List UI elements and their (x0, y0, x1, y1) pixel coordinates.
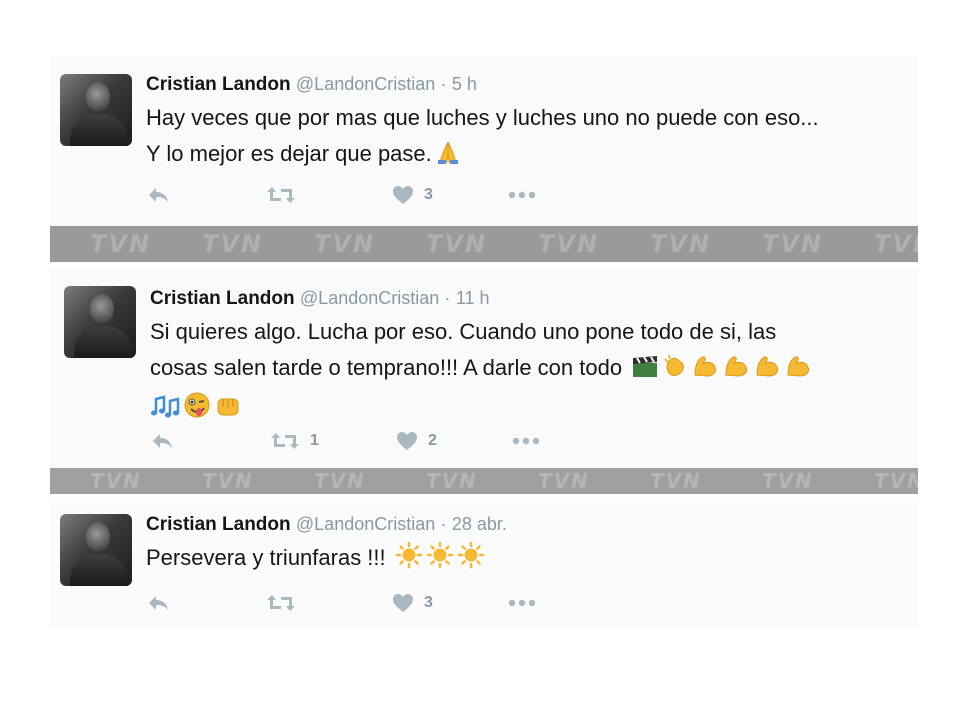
retweet-count: 1 (310, 432, 319, 449)
tweet-header: Cristian Landon @LandonCristian · 11 h (150, 288, 490, 310)
watermark-text: TVN (538, 230, 600, 258)
author-handle[interactable]: @LandonCristian (296, 74, 435, 94)
watermark-text: TVN (874, 230, 918, 258)
flexed-biceps-emoji (691, 353, 719, 390)
separator-dot: · (440, 74, 447, 94)
reply-icon (153, 434, 172, 448)
tweet-text-line: cosas salen tarde o temprano!!! A darle … (150, 355, 623, 380)
like-count: 3 (424, 186, 433, 203)
flexed-biceps-emoji (753, 353, 781, 390)
reply-icon (149, 596, 168, 610)
reply-button[interactable] (146, 180, 170, 210)
like-button[interactable]: 3 (392, 180, 433, 210)
retweet-button[interactable]: 1 (270, 426, 319, 456)
watermark-text: TVN (90, 469, 142, 493)
watermark-text: TVN (650, 230, 712, 258)
tweet-timestamp[interactable]: 11 h (456, 288, 490, 308)
folded-hands-emoji (435, 139, 461, 176)
more-button[interactable] (508, 588, 536, 618)
retweet-icon (267, 187, 295, 203)
tweet[interactable]: Cristian Landon @LandonCristian · 5 h Ha… (50, 56, 918, 226)
watermark-text: TVN (426, 469, 478, 493)
watermark-text: TVN (314, 469, 366, 493)
author-name[interactable]: Cristian Landon (150, 288, 295, 309)
watermark-text: TVN (426, 230, 488, 258)
tweet-text-line: Persevera y triunfaras !!! (146, 545, 386, 570)
more-icon (508, 191, 536, 199)
more-button[interactable] (512, 426, 540, 456)
tweet-timestamp[interactable]: 28 abr. (452, 514, 507, 534)
watermark-text: TVN (90, 230, 152, 258)
retweet-button[interactable] (266, 180, 296, 210)
winking-tongue-face-emoji (183, 391, 211, 430)
retweet-icon (271, 433, 299, 449)
watermark-text: TVN (314, 230, 376, 258)
tweet[interactable]: Cristian Landon @LandonCristian · 28 abr… (50, 498, 918, 628)
like-button[interactable]: 2 (396, 426, 437, 456)
author-handle[interactable]: @LandonCristian (296, 514, 435, 534)
flexed-biceps-emoji (784, 353, 812, 390)
watermark-text: TVN (762, 469, 814, 493)
more-icon (508, 599, 536, 607)
clapper-board-emoji (631, 354, 659, 390)
watermark-text: TVN (650, 469, 702, 493)
tweet-text-line: Hay veces que por mas que luches y luche… (146, 105, 819, 130)
sun-emoji (426, 541, 454, 580)
avatar[interactable] (64, 286, 136, 358)
tweet-text: Hay veces que por mas que luches y luche… (146, 100, 819, 176)
reply-icon (149, 188, 168, 202)
heart-icon (397, 432, 417, 450)
more-icon (512, 437, 540, 445)
avatar[interactable] (60, 514, 132, 586)
flexed-biceps-emoji (722, 353, 750, 390)
watermark-text: TVN (874, 469, 918, 493)
tweet-text-line: Si quieres algo. Lucha por eso. Cuando u… (150, 319, 777, 344)
tweet-timestamp[interactable]: 5 h (452, 74, 477, 94)
author-name[interactable]: Cristian Landon (146, 74, 291, 95)
heart-icon (393, 186, 413, 204)
reply-button[interactable] (150, 426, 174, 456)
musical-notes-emoji (150, 393, 180, 430)
tweet-header: Cristian Landon @LandonCristian · 28 abr… (146, 514, 507, 536)
watermark-text: TVN (202, 469, 254, 493)
retweet-button[interactable] (266, 588, 296, 618)
watermark-text: TVN (202, 230, 264, 258)
more-button[interactable] (508, 180, 536, 210)
tweet-text: Persevera y triunfaras !!! (146, 540, 485, 580)
author-name[interactable]: Cristian Landon (146, 514, 291, 535)
sun-emoji (457, 541, 485, 580)
tweet[interactable]: Cristian Landon @LandonCristian · 11 h S… (50, 268, 918, 468)
watermark-band: TVN TVN TVN TVN TVN TVN TVN TVN (50, 468, 918, 494)
fist-emoji (214, 393, 242, 430)
heart-icon (393, 594, 413, 612)
separator-dot: · (444, 288, 451, 308)
watermark-band: TVN TVN TVN TVN TVN TVN TVN TVN (50, 226, 918, 262)
retweet-icon (267, 595, 295, 611)
avatar[interactable] (60, 74, 132, 146)
watermark-text: TVN (538, 469, 590, 493)
separator-dot: · (440, 514, 447, 534)
like-count: 2 (428, 432, 437, 449)
tweet-text-line: Y lo mejor es dejar que pase. (146, 141, 432, 166)
tweet-header: Cristian Landon @LandonCristian · 5 h (146, 74, 477, 96)
like-count: 3 (424, 594, 433, 611)
tweet-text: Si quieres algo. Lucha por eso. Cuando u… (150, 314, 812, 430)
author-handle[interactable]: @LandonCristian (300, 288, 439, 308)
watermark-text: TVN (762, 230, 824, 258)
clapping-hands-emoji (662, 353, 688, 390)
reply-button[interactable] (146, 588, 170, 618)
sun-emoji (395, 541, 423, 580)
like-button[interactable]: 3 (392, 588, 433, 618)
